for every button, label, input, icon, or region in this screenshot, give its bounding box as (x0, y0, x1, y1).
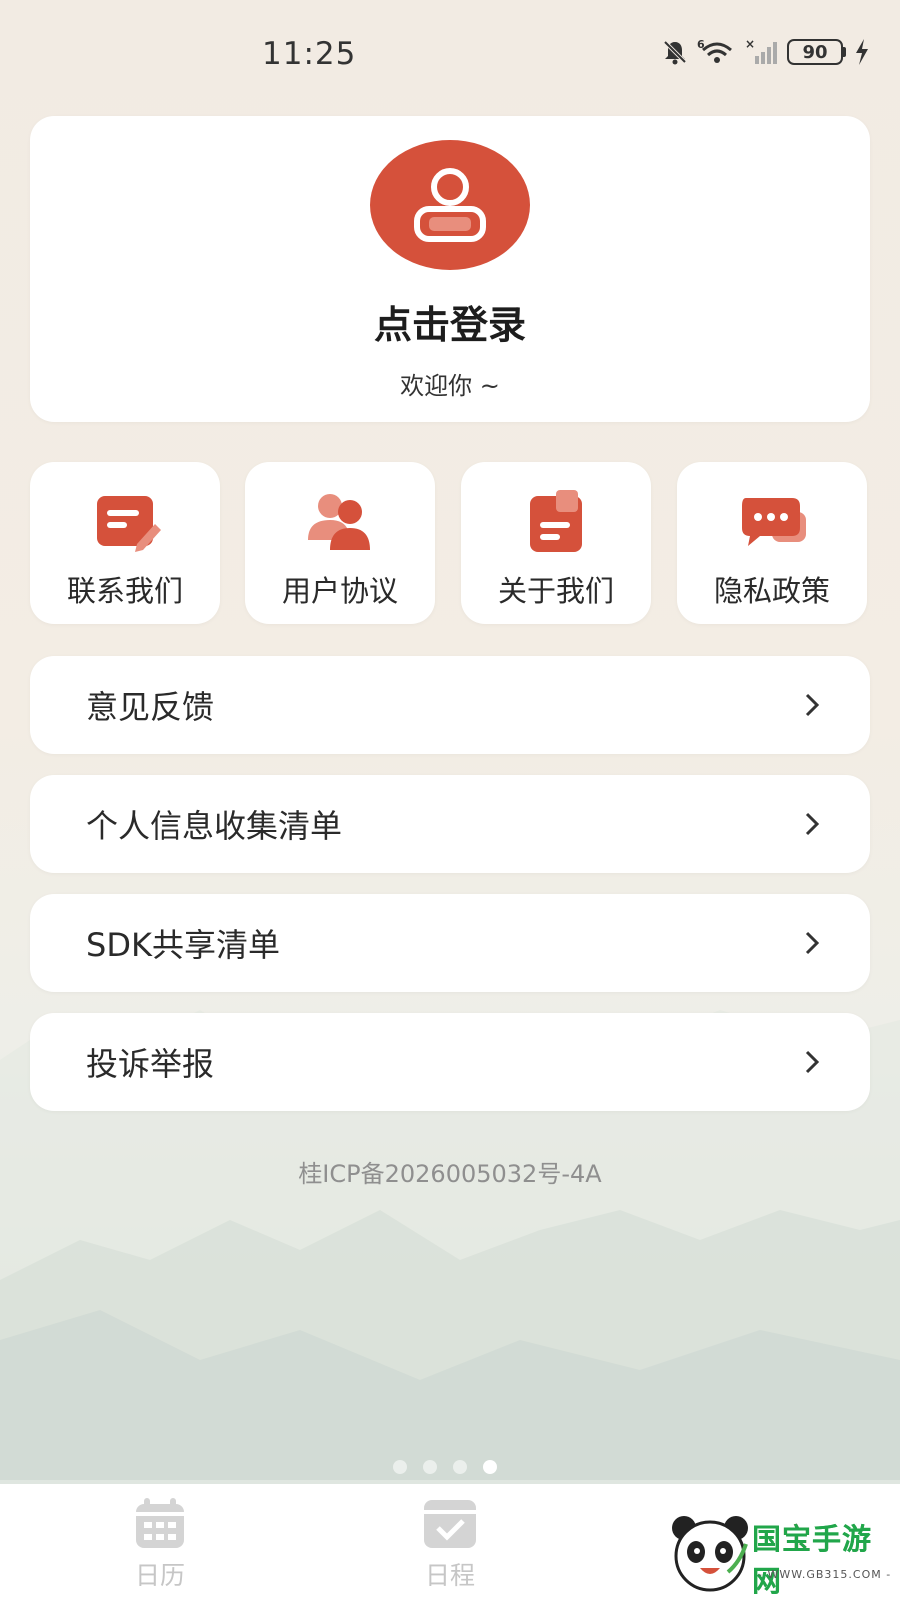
grid-label: 联系我们 (66, 574, 183, 608)
page-indicator (393, 1460, 497, 1474)
feedback-row[interactable]: 意见反馈 (30, 656, 870, 754)
personal-info-list-row[interactable]: 个人信息收集清单 (30, 775, 870, 873)
mute-bell-icon (663, 40, 687, 65)
page-dot (453, 1460, 467, 1474)
signal-icon: × (745, 38, 777, 64)
document-icon (530, 490, 582, 552)
avatar[interactable] (370, 140, 530, 270)
watermark-url: - WWW.GB315.COM - (758, 1568, 892, 1581)
watermark-brand: 国宝手游网 (752, 1522, 873, 1598)
panda-logo-icon (672, 1516, 748, 1592)
tab-label: 日历 (134, 1561, 185, 1590)
welcome-text: 欢迎你 ~ (400, 372, 500, 400)
status-time: 11:25 (262, 36, 357, 72)
page-dot (393, 1460, 407, 1474)
svg-text:×: × (745, 38, 755, 51)
tab-calendar[interactable]: 日历 (100, 1496, 220, 1596)
status-icons: 6 × 90 (661, 38, 870, 66)
charging-icon (856, 39, 868, 65)
tab-label: 日程 (424, 1561, 475, 1590)
icp-text[interactable]: 桂ICP备2026005032号-4A (0, 1154, 900, 1189)
tab-schedule[interactable]: 日程 (390, 1496, 510, 1596)
complaint-report-row[interactable]: 投诉举报 (30, 1013, 870, 1111)
row-label: SDK共享清单 (86, 926, 280, 964)
wifi-icon: 6 (697, 38, 732, 63)
calendar-icon (136, 1498, 184, 1548)
page-dot (423, 1460, 437, 1474)
grid-label: 关于我们 (497, 574, 614, 608)
sdk-share-list-row[interactable]: SDK共享清单 (30, 894, 870, 992)
battery-level: 90 (787, 39, 843, 65)
user-agreement-button[interactable]: 用户协议 (245, 462, 435, 624)
chevron-right-icon (805, 693, 820, 717)
chevron-right-icon (805, 1050, 820, 1074)
chat-bubble-icon (742, 498, 806, 546)
row-label: 意见反馈 (86, 688, 215, 726)
contact-us-button[interactable]: 联系我们 (30, 462, 220, 624)
watermark: 国宝手游网 - WWW.GB315.COM - (650, 1508, 900, 1600)
grid-label: 隐私政策 (713, 574, 830, 608)
login-button[interactable]: 点击登录 (30, 294, 870, 349)
users-icon (308, 494, 370, 550)
user-avatar-icon (414, 168, 486, 242)
profile-card[interactable]: 点击登录 欢迎你 ~ (30, 116, 870, 422)
chevron-right-icon (805, 812, 820, 836)
status-bar: 11:25 6 × 90 (0, 0, 900, 110)
chevron-right-icon (805, 931, 820, 955)
schedule-check-icon (424, 1500, 476, 1548)
row-label: 投诉举报 (86, 1045, 215, 1083)
battery-icon: 90 (787, 39, 846, 65)
row-label: 个人信息收集清单 (86, 807, 343, 845)
page-dot-active (483, 1460, 497, 1474)
about-us-button[interactable]: 关于我们 (461, 462, 651, 624)
edit-note-icon (97, 496, 161, 552)
grid-label: 用户协议 (281, 574, 398, 608)
privacy-policy-button[interactable]: 隐私政策 (677, 462, 867, 624)
